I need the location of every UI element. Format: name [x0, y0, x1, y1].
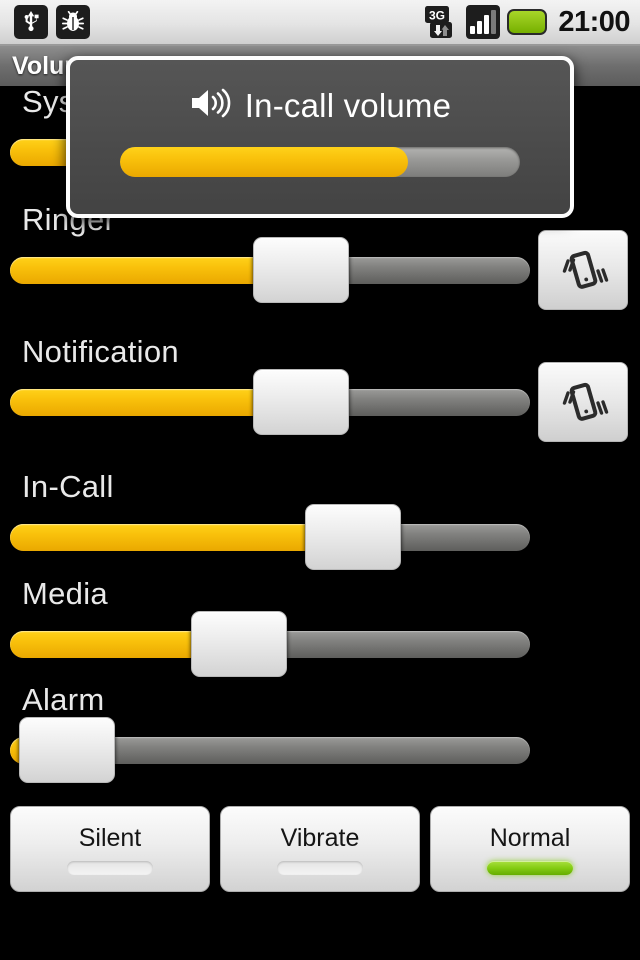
signal-bar-1 [470, 26, 476, 34]
vibrate-icon [562, 250, 609, 289]
signal-bar-4 [491, 10, 497, 34]
bug-icon [56, 5, 90, 39]
status-bar-clock: 21:00 [558, 5, 630, 38]
slider-track-area-notification[interactable] [0, 362, 640, 442]
slider-thumb-alarm[interactable] [19, 717, 116, 783]
slider-track-media[interactable] [10, 611, 530, 677]
slider-label-incall: In-Call [22, 469, 114, 504]
slider-label-media: Media [22, 576, 108, 611]
slider-track-area-incall[interactable] [0, 502, 640, 572]
volume-row-media: Media [0, 578, 640, 679]
volume-row-notification: Notification [0, 336, 640, 442]
volume-row-alarm: Alarm [0, 684, 640, 785]
vibrate-icon [562, 382, 609, 421]
dialog-title: In-call volume [244, 86, 452, 124]
mode-button-normal[interactable]: Normal [430, 806, 630, 892]
volume-row-ringer: Ringer [0, 204, 640, 310]
slider-track-area-media[interactable] [0, 609, 640, 679]
mode-button-vibrate[interactable]: Vibrate [220, 806, 420, 892]
volume-up-icon [189, 86, 231, 125]
mode-button-silent[interactable]: Silent [10, 806, 210, 892]
ringer-mode-button-bar: Silent Vibrate Normal [0, 806, 640, 892]
signal-bar-2 [477, 21, 483, 34]
slider-thumb-ringer[interactable] [253, 237, 350, 303]
slider-track-area-alarm[interactable] [0, 715, 640, 785]
mode-indicator-normal [487, 860, 573, 875]
slider-thumb-notification[interactable] [253, 369, 350, 435]
vibrate-toggle-notification[interactable] [538, 362, 628, 442]
usb-icon [14, 5, 48, 39]
dialog-volume-progress-fill [120, 147, 408, 177]
slider-track-notification[interactable] [10, 369, 530, 435]
mode-indicator-silent [67, 860, 153, 875]
volume-row-incall: In-Call [0, 471, 640, 572]
network-3g-icon: 3G [423, 5, 459, 39]
slider-label-alarm: Alarm [22, 682, 105, 717]
slider-thumb-incall[interactable] [305, 504, 402, 570]
battery-icon [507, 9, 548, 35]
mode-button-normal-label: Normal [489, 823, 571, 852]
slider-track-incall[interactable] [10, 504, 530, 570]
android-volume-settings-screen: 3G 21:00 Volume System [0, 0, 640, 960]
dialog-header: In-call volume [189, 86, 451, 125]
status-bar: 3G 21:00 [0, 0, 640, 46]
status-bar-right-icons: 3G 21:00 [423, 5, 630, 39]
in-call-volume-dialog: In-call volume [66, 56, 574, 218]
slider-track-ringer[interactable] [10, 237, 530, 303]
slider-track-area-ringer[interactable] [0, 230, 640, 310]
mode-button-silent-label: Silent [78, 823, 142, 852]
slider-track-alarm[interactable] [10, 717, 530, 783]
slider-fill-incall [10, 523, 354, 551]
slider-thumb-media[interactable] [190, 611, 287, 677]
mode-indicator-vibrate [277, 860, 363, 875]
status-bar-left-icons [14, 5, 90, 39]
dialog-volume-progress-bar [120, 147, 520, 177]
svg-text:3G: 3G [429, 9, 445, 23]
signal-bar-3 [484, 15, 490, 34]
vibrate-toggle-ringer[interactable] [538, 230, 628, 310]
signal-strength-icon [466, 5, 501, 39]
mode-button-vibrate-label: Vibrate [280, 823, 360, 852]
